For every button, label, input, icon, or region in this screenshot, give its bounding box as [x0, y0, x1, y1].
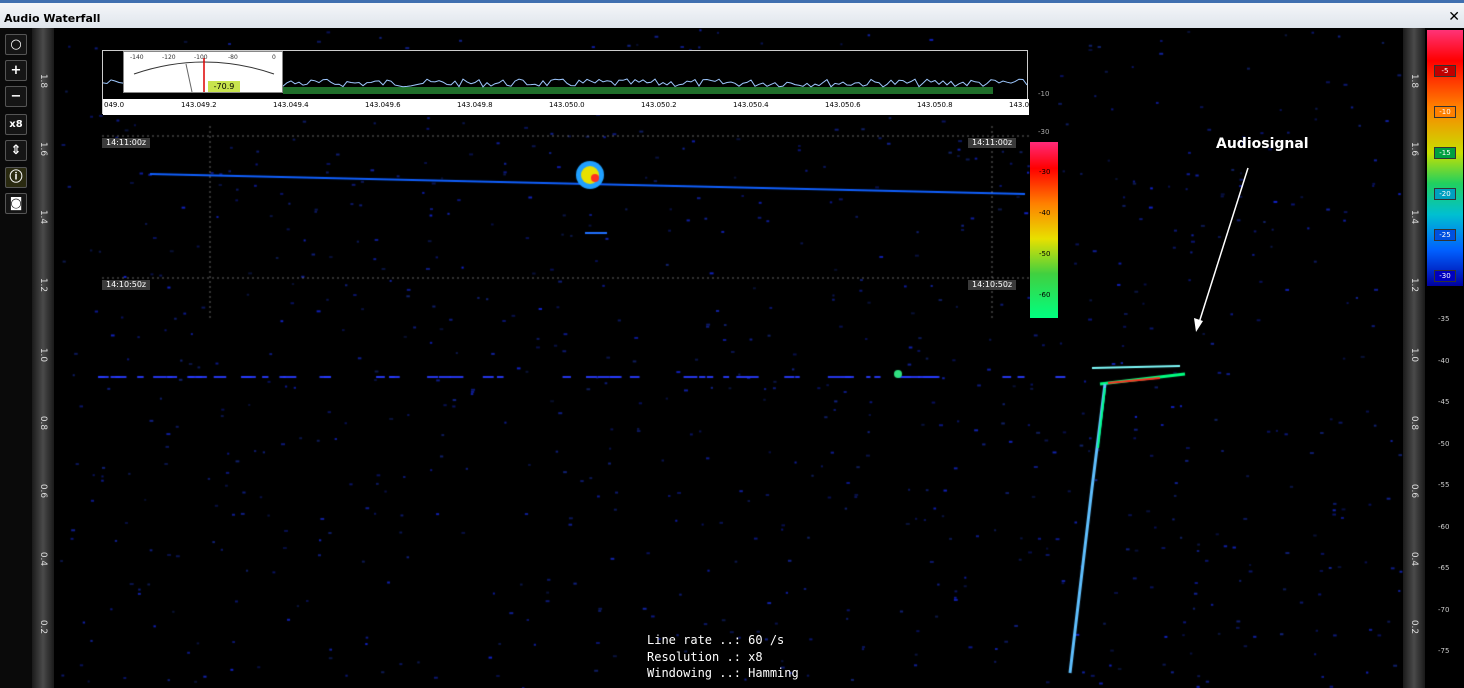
close-button[interactable]: ✕: [1448, 9, 1460, 25]
line-rate: Line rate ..: 60 /s: [647, 633, 785, 647]
windowing: Windowing ..: Hamming: [647, 666, 799, 680]
title-bar: Audio Waterfall ✕: [0, 0, 1464, 28]
annotation-arrow: [1194, 167, 1249, 332]
info-overlay: Line rate ..: 60 /s Resolution .: x8 Windo…: [647, 632, 799, 682]
waterfall-view[interactable]: ○ + − x8 ⇕ ⓘ ◙ 1.8 1.6 1.4 1.2 1.0 0.8 0.6 0.4 0…: [0, 28, 1464, 688]
window-title: Audio Waterfall: [4, 12, 101, 25]
resolution: Resolution .: x8: [647, 649, 763, 664]
